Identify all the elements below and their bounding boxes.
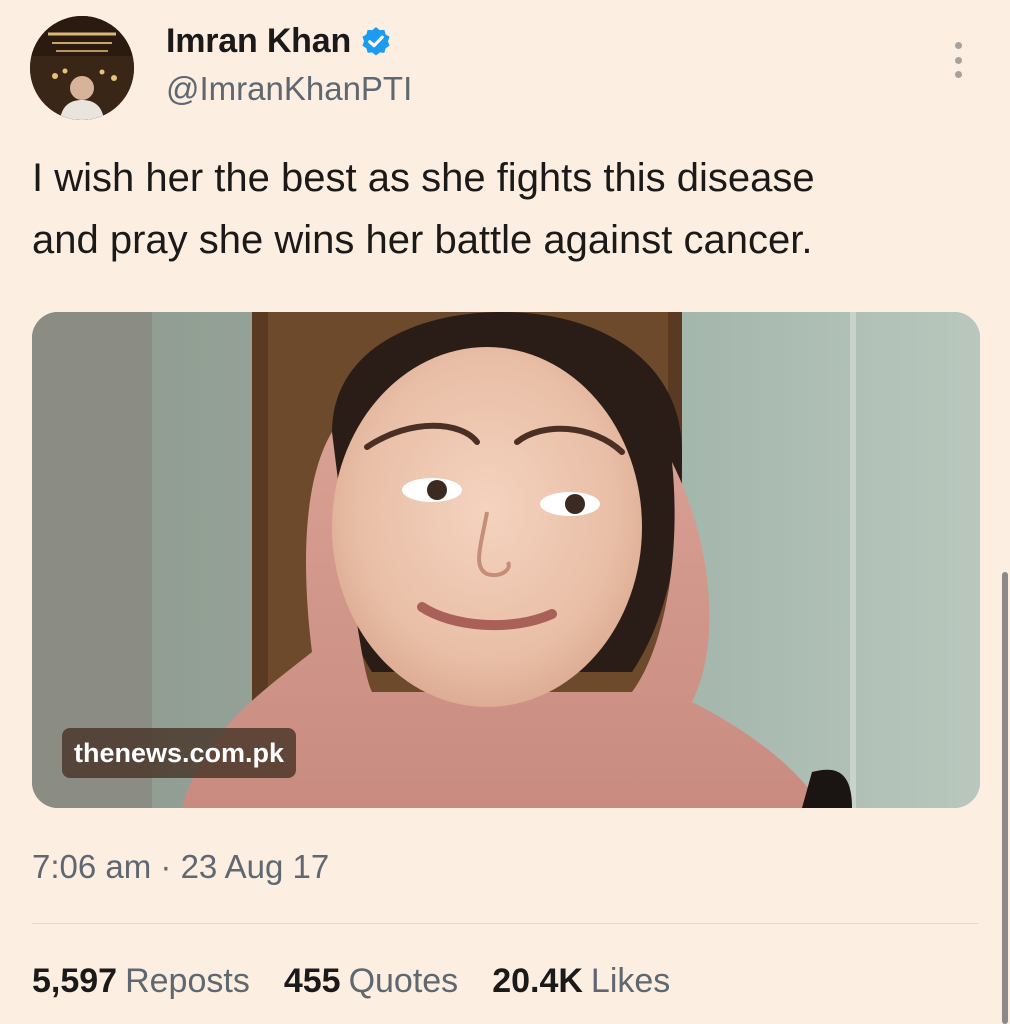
reposts-count: 5,597 [32, 962, 118, 1000]
quotes-label: Quotes [348, 962, 459, 1000]
tweet-timestamp[interactable]: 7:06 am · 23 Aug 17 [32, 848, 329, 886]
scrollbar[interactable] [1002, 572, 1008, 1024]
more-options-icon[interactable] [944, 40, 972, 80]
more-dot [954, 71, 962, 78]
engagement-stats: 5,597 Reposts 455 Quotes 20.4K Likes [32, 962, 670, 1001]
tweet-text: I wish her the best as she fights this d… [32, 156, 815, 262]
quotes-count: 455 [283, 962, 341, 1000]
display-name[interactable]: Imran Khan [166, 22, 351, 61]
tweet-detail: Imran Khan @ImranKhanPTI I wish her the … [0, 0, 1010, 1024]
user-handle[interactable]: @ImranKhanPTI [166, 70, 412, 108]
reposts-label: Reposts [125, 962, 250, 1000]
verified-badge-icon [362, 26, 390, 55]
likes-count: 20.4K [492, 962, 583, 1000]
avatar[interactable] [30, 16, 134, 120]
more-dot [954, 42, 962, 49]
likes-stat[interactable]: 20.4K Likes [492, 962, 670, 1001]
quotes-stat[interactable]: 455 Quotes [284, 962, 458, 1001]
likes-label: Likes [590, 962, 671, 1000]
avatar-image [30, 16, 134, 120]
display-name-row: Imran Khan [166, 22, 393, 61]
more-dot [954, 56, 962, 64]
media-source-badge[interactable]: thenews.com.pk [62, 728, 297, 778]
divider [32, 923, 978, 924]
reposts-stat[interactable]: 5,597 Reposts [32, 962, 250, 1001]
